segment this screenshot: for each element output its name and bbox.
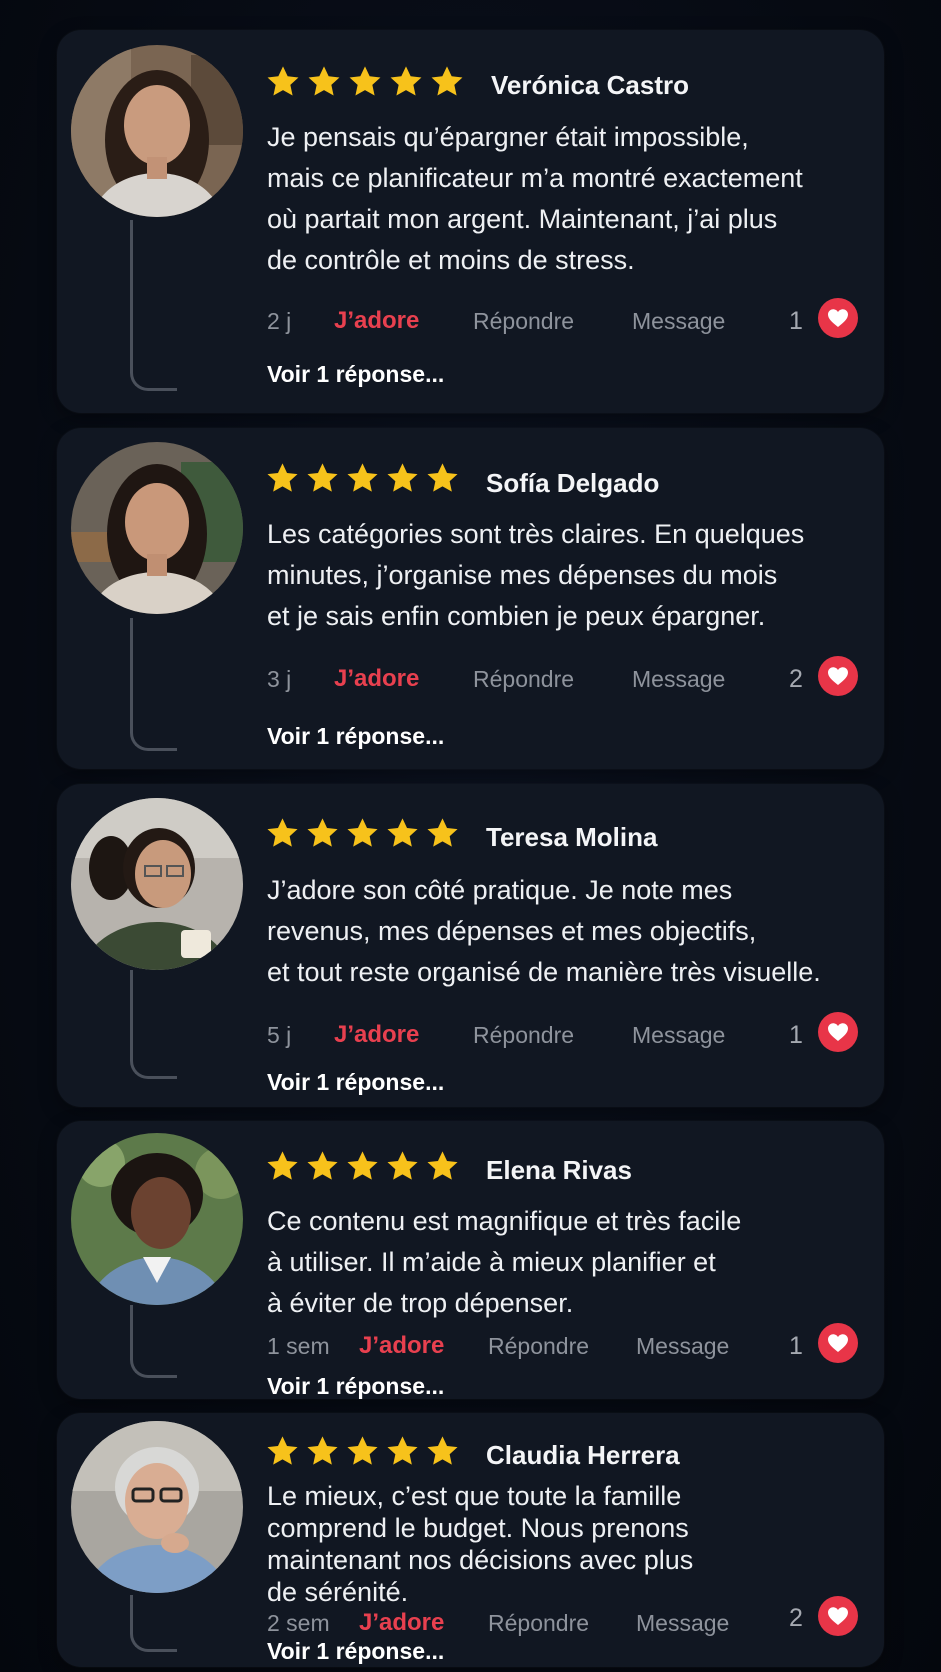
avatar[interactable]	[71, 798, 243, 970]
rating-stars	[265, 816, 460, 851]
view-replies-link[interactable]: Voir 1 réponse...	[267, 723, 444, 750]
heart-icon	[826, 306, 850, 330]
reviewer-name: Claudia Herrera	[486, 1440, 680, 1470]
heart-icon	[826, 1331, 850, 1355]
review-text: Le mieux, c’est que toute la famille com…	[267, 1481, 694, 1607]
star-icon	[305, 461, 340, 496]
star-icon	[306, 64, 342, 100]
reply-button[interactable]: Répondre	[473, 1022, 574, 1049]
review-card: Elena Rivas Ce contenu est magnifique et…	[57, 1121, 884, 1399]
love-button[interactable]: J’adore	[334, 1021, 419, 1049]
heart-icon	[826, 664, 850, 688]
avatar[interactable]	[71, 1421, 243, 1593]
heart-button[interactable]	[818, 298, 858, 338]
view-replies-link[interactable]: Voir 1 réponse...	[267, 1373, 444, 1399]
star-icon	[385, 816, 420, 851]
reply-button[interactable]: Répondre	[473, 308, 574, 335]
star-icon	[305, 1434, 340, 1469]
star-icon	[385, 1149, 420, 1184]
heart-icon	[826, 1020, 850, 1044]
timestamp: 2 j	[267, 308, 292, 334]
review-text: J’adore son côté pratique. Je note mes r…	[267, 875, 821, 987]
reviewer-name: Sofía Delgado	[486, 468, 660, 498]
reply-button[interactable]: Répondre	[488, 1333, 589, 1360]
star-icon	[305, 816, 340, 851]
like-count: 1	[789, 307, 803, 335]
review-text: Je pensais qu’épargner était impossible,…	[267, 122, 803, 275]
message-button[interactable]: Message	[636, 1610, 729, 1637]
like-count: 2	[789, 1604, 803, 1632]
rating-stars	[265, 1434, 460, 1469]
review-text: Ce contenu est magnifique et très facile…	[267, 1206, 742, 1318]
love-button[interactable]: J’adore	[334, 307, 419, 335]
timestamp: 3 j	[267, 666, 292, 692]
star-icon	[345, 1434, 380, 1469]
reply-button[interactable]: Répondre	[473, 666, 574, 693]
star-icon	[388, 64, 424, 100]
heart-button[interactable]	[818, 1323, 858, 1363]
heart-button[interactable]	[818, 1012, 858, 1052]
thread-line	[130, 1595, 177, 1652]
review-card: Sofía Delgado Les catégories sont très c…	[57, 428, 884, 769]
star-icon	[429, 64, 465, 100]
reviewer-name: Verónica Castro	[491, 70, 689, 100]
star-icon	[265, 64, 301, 100]
star-icon	[345, 816, 380, 851]
message-button[interactable]: Message	[632, 666, 725, 693]
star-icon	[425, 1434, 460, 1469]
thread-line	[130, 1305, 177, 1378]
review-card: Claudia Herrera Le mieux, c’est que tout…	[57, 1413, 884, 1667]
thread-line	[130, 220, 177, 391]
heart-icon	[826, 1604, 850, 1628]
like-count: 1	[789, 1332, 803, 1360]
review-text: Les catégories sont très claires. En que…	[267, 519, 805, 631]
view-replies-link[interactable]: Voir 1 réponse...	[267, 1638, 444, 1665]
reply-button[interactable]: Répondre	[488, 1610, 589, 1637]
heart-button[interactable]	[818, 656, 858, 696]
message-button[interactable]: Message	[636, 1333, 729, 1360]
timestamp: 1 sem	[267, 1333, 330, 1359]
timestamp: 5 j	[267, 1022, 292, 1048]
star-icon	[385, 1434, 420, 1469]
rating-stars	[265, 461, 460, 496]
message-button[interactable]: Message	[632, 308, 725, 335]
star-icon	[425, 816, 460, 851]
review-card: Verónica Castro Je pensais qu’épargner é…	[57, 30, 884, 413]
avatar[interactable]	[71, 45, 243, 217]
message-button[interactable]: Message	[632, 1022, 725, 1049]
rating-stars	[265, 64, 465, 100]
thread-line	[130, 970, 177, 1079]
star-icon	[305, 1149, 340, 1184]
reviewer-name: Elena Rivas	[486, 1155, 632, 1185]
love-button[interactable]: J’adore	[359, 1609, 444, 1637]
view-replies-link[interactable]: Voir 1 réponse...	[267, 1069, 444, 1096]
review-card: Teresa Molina J’adore son côté pratique.…	[57, 784, 884, 1107]
star-icon	[425, 1149, 460, 1184]
star-icon	[265, 816, 300, 851]
heart-button[interactable]	[818, 1596, 858, 1636]
star-icon	[345, 461, 380, 496]
star-icon	[345, 1149, 380, 1184]
star-icon	[347, 64, 383, 100]
star-icon	[265, 1434, 300, 1469]
star-icon	[385, 461, 420, 496]
thread-line	[130, 618, 177, 751]
view-replies-link[interactable]: Voir 1 réponse...	[267, 361, 444, 388]
timestamp: 2 sem	[267, 1610, 330, 1636]
like-count: 1	[789, 1021, 803, 1049]
avatar[interactable]	[71, 1133, 243, 1305]
love-button[interactable]: J’adore	[334, 665, 419, 693]
avatar[interactable]	[71, 442, 243, 614]
like-count: 2	[789, 665, 803, 693]
star-icon	[265, 1149, 300, 1184]
reviewer-name: Teresa Molina	[486, 822, 658, 852]
rating-stars	[265, 1149, 460, 1184]
star-icon	[265, 461, 300, 496]
star-icon	[425, 461, 460, 496]
love-button[interactable]: J’adore	[359, 1332, 444, 1360]
